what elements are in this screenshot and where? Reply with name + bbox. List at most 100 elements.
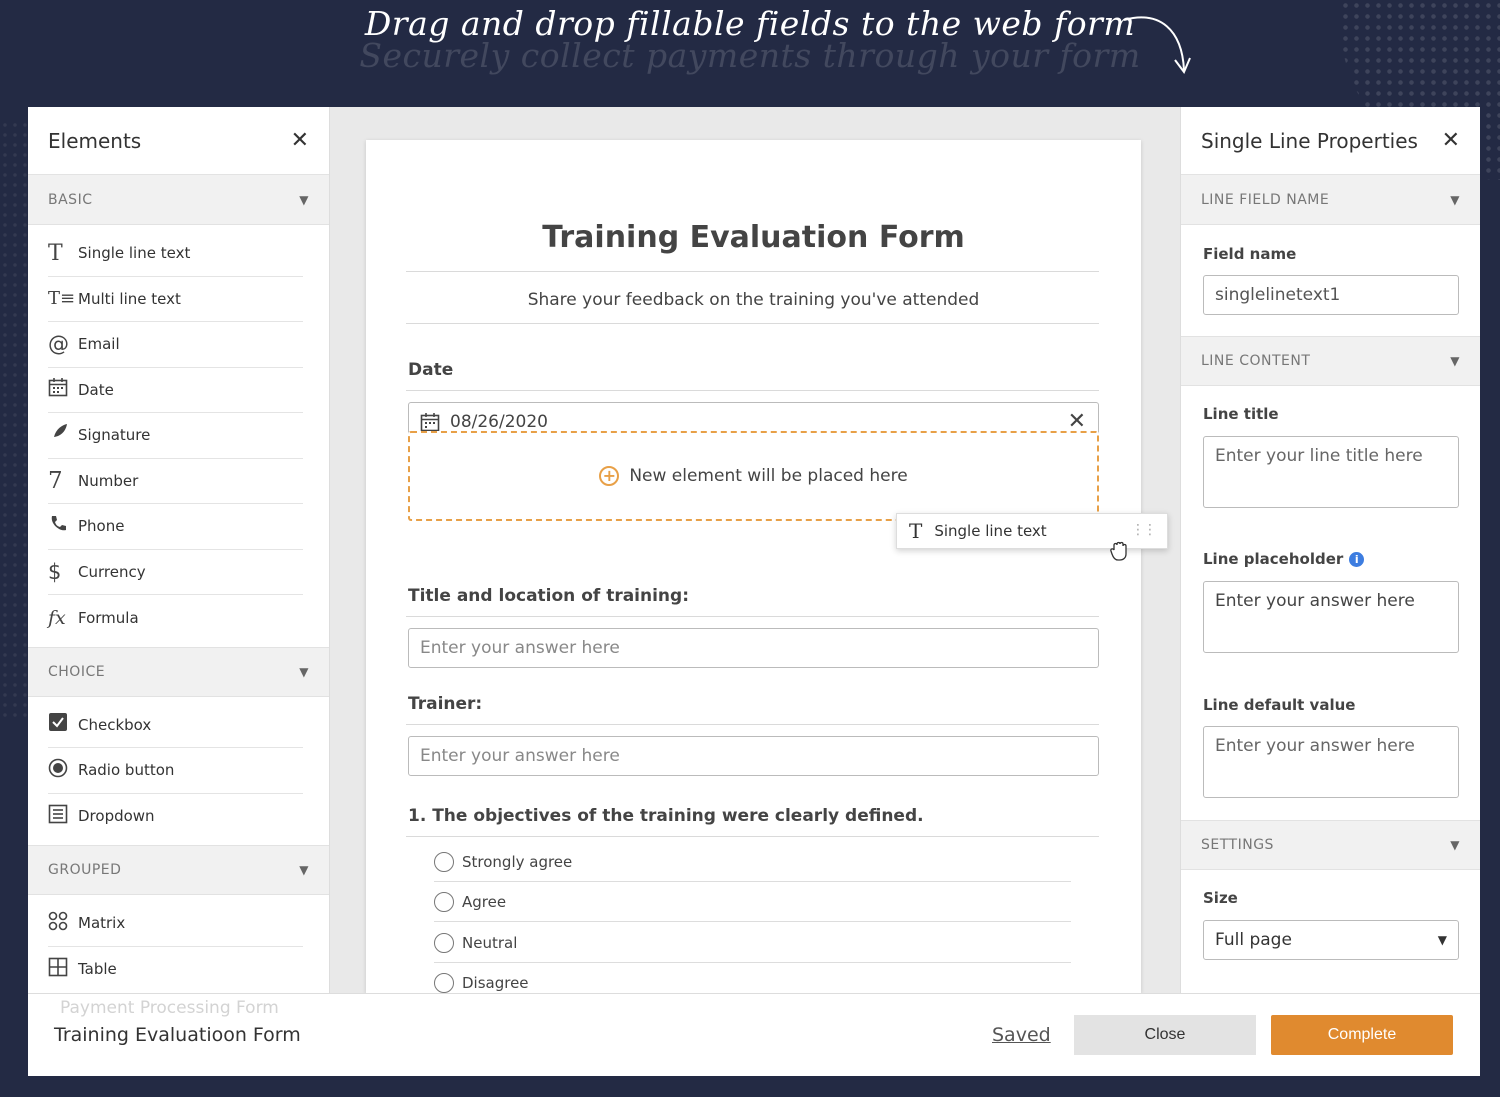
element-dropdown[interactable]: Dropdown xyxy=(48,794,303,840)
radio-circle[interactable] xyxy=(434,851,454,872)
checkbox-icon xyxy=(48,712,78,737)
form-builder-window: Elements ✕ BASIC ▼ T Single line text T≡… xyxy=(28,107,1480,1076)
grouped-elements-list: Matrix Table xyxy=(28,895,329,998)
list-icon xyxy=(48,804,78,829)
elements-panel: Elements ✕ BASIC ▼ T Single line text T≡… xyxy=(28,107,330,993)
ghost-form-name: Payment Processing Form xyxy=(60,998,279,1018)
radio-option[interactable]: Neutral xyxy=(434,923,1071,963)
size-value: Full page xyxy=(1215,930,1292,950)
element-signature[interactable]: Signature xyxy=(48,413,303,459)
section-settings[interactable]: SETTINGS ▼ xyxy=(1181,820,1480,870)
element-label: Formula xyxy=(78,608,139,627)
text-icon: T xyxy=(48,240,63,266)
close-button[interactable]: Close xyxy=(1074,1015,1256,1055)
line-placeholder-label-text: Line placeholder xyxy=(1203,550,1344,568)
section-line-field-name[interactable]: LINE FIELD NAME ▼ xyxy=(1181,175,1480,225)
divider xyxy=(406,271,1099,272)
chevron-down-icon: ▼ xyxy=(299,863,309,877)
fx-icon: fx xyxy=(48,606,66,629)
question-label: Trainer: xyxy=(408,694,483,714)
section-label: LINE FIELD NAME xyxy=(1201,191,1330,208)
line-default-input[interactable]: Enter your answer here xyxy=(1203,726,1459,798)
field-name-input[interactable]: singlelinetext1 xyxy=(1203,275,1459,315)
close-icon[interactable]: ✕ xyxy=(291,128,309,153)
title-location-input[interactable]: Enter your answer here xyxy=(408,628,1099,668)
radio-option[interactable]: Agree xyxy=(434,882,1071,922)
properties-panel-header: Single Line Properties ✕ xyxy=(1181,107,1480,175)
question-label: 1. The objectives of the training were c… xyxy=(408,806,924,826)
section-line-content[interactable]: LINE CONTENT ▼ xyxy=(1181,336,1480,386)
line-title-input[interactable]: Enter your line title here xyxy=(1203,436,1459,508)
elements-panel-header: Elements ✕ xyxy=(28,107,329,175)
section-label: LINE CONTENT xyxy=(1201,353,1311,369)
line-placeholder-label: Line placeholder i xyxy=(1203,550,1365,568)
element-label: Radio button xyxy=(78,761,175,780)
decorative-dots-left xyxy=(0,120,30,720)
element-label: Table xyxy=(78,960,117,979)
section-choice[interactable]: CHOICE ▼ xyxy=(28,646,329,697)
trainer-input[interactable]: Enter your answer here xyxy=(408,736,1099,776)
radio-option[interactable]: Strongly agree xyxy=(434,842,1071,882)
section-label: CHOICE xyxy=(48,663,106,680)
feather-icon xyxy=(48,423,78,448)
element-phone[interactable]: Phone xyxy=(48,504,303,550)
properties-panel: Single Line Properties ✕ LINE FIELD NAME… xyxy=(1180,107,1480,993)
drop-zone[interactable]: + New element will be placed here xyxy=(408,431,1099,521)
element-currency[interactable]: $ Currency xyxy=(48,550,303,595)
seven-icon: 7 xyxy=(48,467,63,494)
complete-button[interactable]: Complete xyxy=(1271,1015,1453,1055)
chevron-down-icon: ▼ xyxy=(1450,838,1460,852)
element-table[interactable]: Table xyxy=(48,947,303,993)
footer-bar: Payment Processing Form Training Evaluat… xyxy=(28,993,1480,1076)
size-label: Size xyxy=(1203,889,1238,907)
option-label: Strongly agree xyxy=(462,852,573,871)
element-single-line-text[interactable]: T Single line text xyxy=(48,231,303,277)
form-name[interactable]: Training Evaluatioon Form xyxy=(54,1024,301,1046)
calendar-icon xyxy=(48,377,78,402)
option-label: Disagree xyxy=(462,973,529,992)
grab-cursor-icon xyxy=(1108,539,1132,569)
radio-circle[interactable] xyxy=(434,972,454,993)
divider xyxy=(406,836,1099,837)
radio-icon xyxy=(48,758,78,783)
element-label: Multi line text xyxy=(78,289,181,308)
info-icon[interactable]: i xyxy=(1349,552,1365,567)
element-email[interactable]: @ Email xyxy=(48,322,303,368)
section-basic[interactable]: BASIC ▼ xyxy=(28,175,329,225)
form-canvas: Training Evaluation Form Share your feed… xyxy=(366,140,1141,1003)
properties-panel-title: Single Line Properties xyxy=(1201,128,1418,153)
element-label: Currency xyxy=(78,562,146,581)
element-label: Email xyxy=(78,335,120,354)
element-label: Phone xyxy=(78,517,125,536)
element-multi-line-text[interactable]: T≡ Multi line text xyxy=(48,277,303,322)
form-description[interactable]: Share your feedback on the training you'… xyxy=(366,290,1141,310)
element-matrix[interactable]: Matrix xyxy=(48,901,303,947)
drop-zone-text: New element will be placed here xyxy=(629,466,908,486)
saved-status: Saved xyxy=(992,1024,1051,1046)
element-date[interactable]: Date xyxy=(48,368,303,413)
divider xyxy=(406,390,1099,391)
section-label: BASIC xyxy=(48,191,93,208)
chevron-down-icon: ▼ xyxy=(299,192,309,207)
line-title-label: Line title xyxy=(1203,405,1279,423)
line-placeholder-input[interactable]: Enter your answer here xyxy=(1203,581,1459,653)
element-number[interactable]: 7 Number xyxy=(48,459,303,504)
section-grouped[interactable]: GROUPED ▼ xyxy=(28,845,329,895)
radio-circle[interactable] xyxy=(434,932,454,953)
table-icon xyxy=(48,957,78,982)
drag-handle-icon[interactable]: ⋮⋮ xyxy=(1131,522,1157,538)
field-name-label: Field name xyxy=(1203,245,1297,263)
at-icon: @ xyxy=(48,332,69,357)
size-select[interactable]: Full page ▼ xyxy=(1203,920,1459,960)
divider xyxy=(406,323,1099,324)
divider xyxy=(406,724,1099,725)
option-label: Neutral xyxy=(462,933,518,952)
chevron-down-icon: ▼ xyxy=(1450,354,1460,368)
element-checkbox[interactable]: Checkbox xyxy=(48,703,303,748)
radio-circle[interactable] xyxy=(434,891,454,912)
element-radio-button[interactable]: Radio button xyxy=(48,748,303,794)
form-title[interactable]: Training Evaluation Form xyxy=(366,220,1141,255)
element-formula[interactable]: fx Formula xyxy=(48,595,303,641)
close-icon[interactable]: ✕ xyxy=(1442,128,1460,153)
section-label: SETTINGS xyxy=(1201,837,1274,853)
